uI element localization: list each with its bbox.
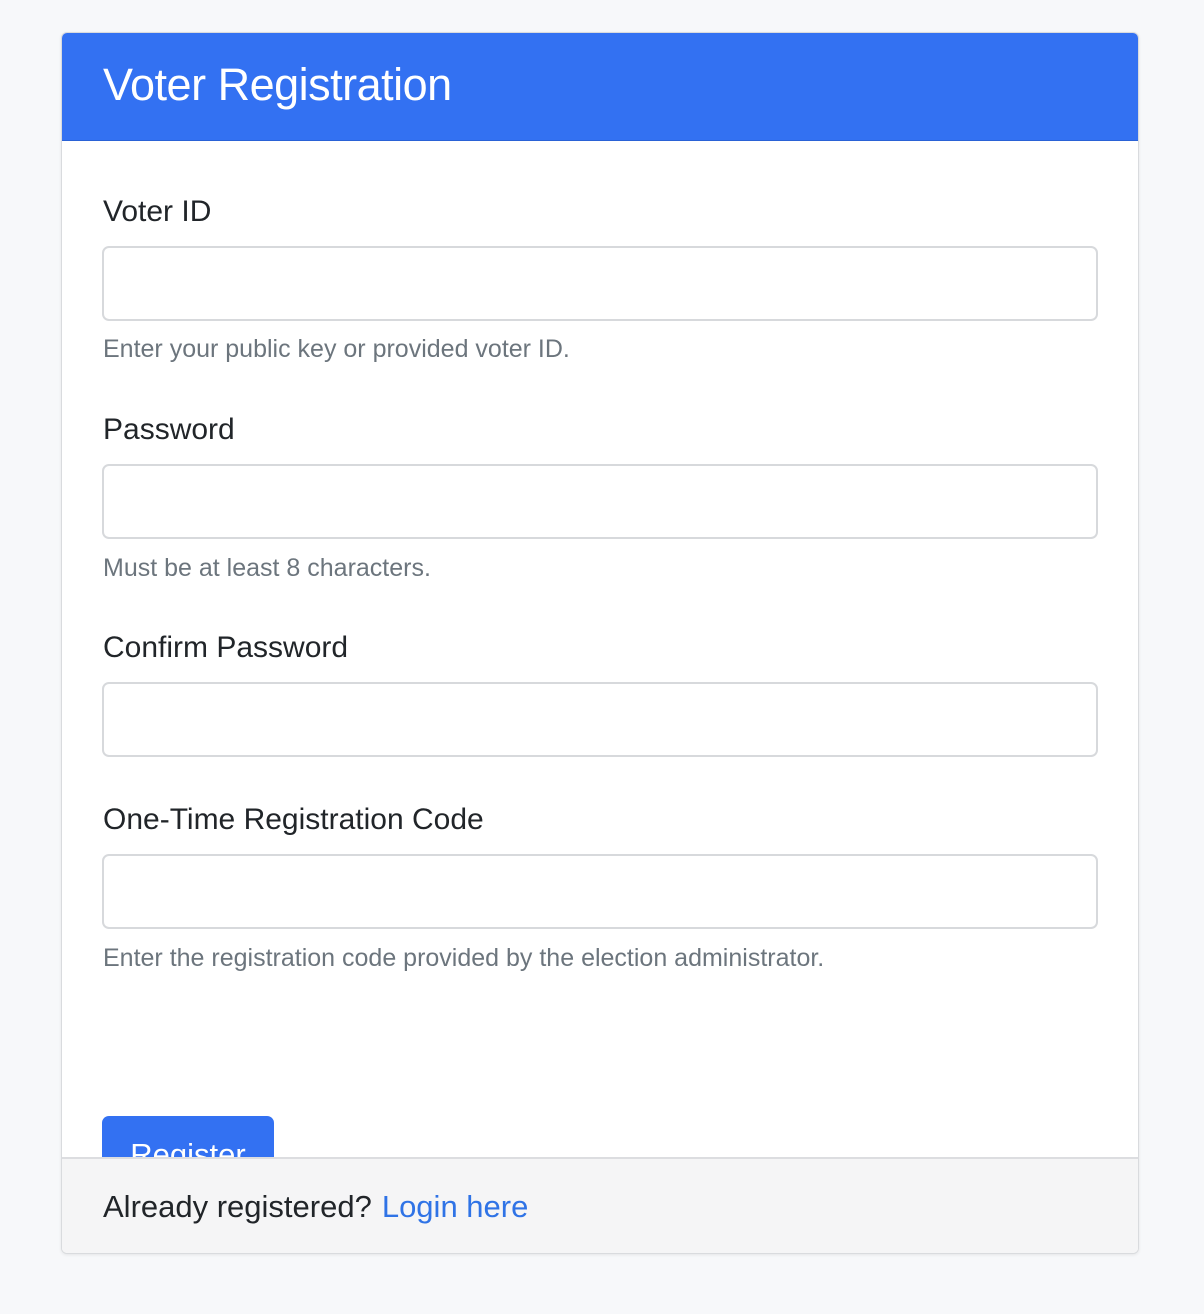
confirm-password-input[interactable] [102,682,1098,757]
login-link[interactable]: Login here [382,1189,529,1225]
card-footer: Already registered? Login here [62,1157,1138,1253]
voter-id-label: Voter ID [103,195,212,228]
registration-code-help-text: Enter the registration code provided by … [103,944,825,972]
registration-code-input[interactable] [102,854,1098,929]
password-help-text: Must be at least 8 characters. [103,554,431,582]
voter-id-help-text: Enter your public key or provided voter … [103,335,570,363]
voter-id-input[interactable] [102,246,1098,321]
registration-code-label: One-Time Registration Code [103,803,484,836]
registration-card: Voter Registration Voter ID Enter your p… [61,32,1139,1254]
card-header: Voter Registration [62,33,1138,141]
password-label: Password [103,413,235,446]
page-title: Voter Registration [103,59,452,110]
footer-prompt: Already registered? [103,1189,372,1224]
confirm-password-label: Confirm Password [103,631,349,664]
password-input[interactable] [102,464,1098,539]
